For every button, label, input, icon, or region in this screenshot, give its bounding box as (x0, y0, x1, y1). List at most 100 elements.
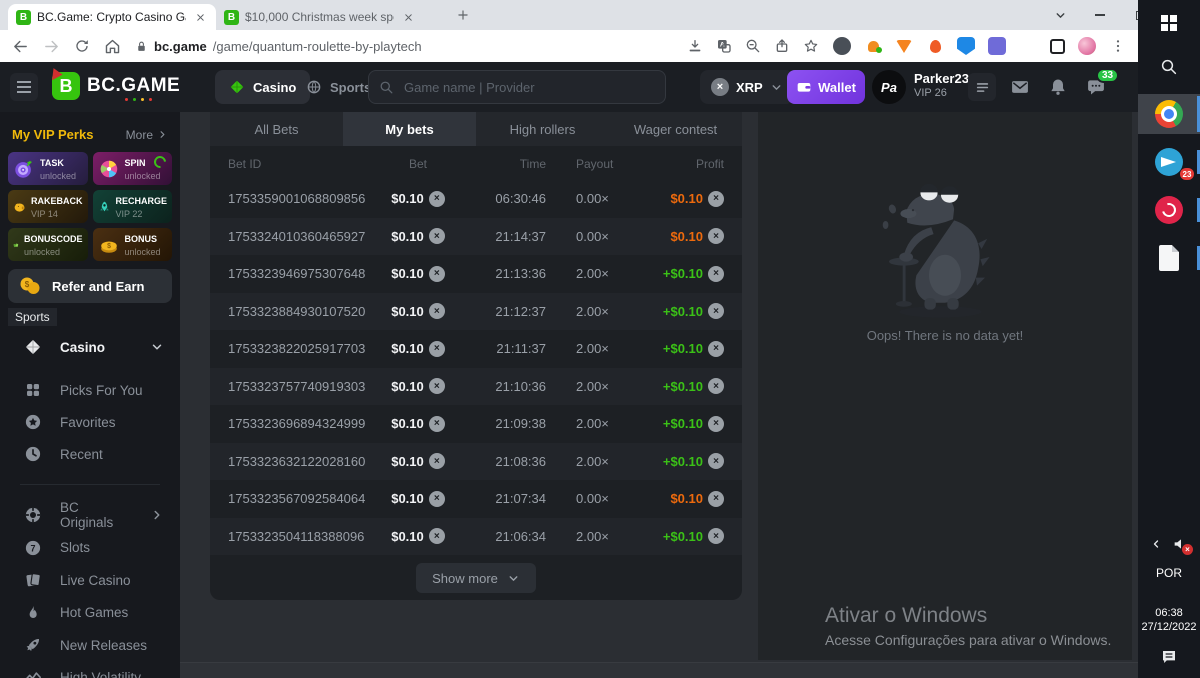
refer-and-earn[interactable]: Refer and Earn (8, 269, 172, 303)
bet-list-button[interactable] (968, 73, 996, 101)
sidebar-item-casino[interactable]: Casino (0, 330, 180, 364)
taskbar-red-app-icon[interactable] (1138, 190, 1200, 230)
taskbar-telegram-icon[interactable]: 23 (1138, 142, 1200, 182)
notification-bell-icon[interactable] (1048, 77, 1068, 97)
taskbar-document-icon[interactable] (1138, 238, 1200, 278)
language-indicator[interactable]: POR (1156, 566, 1182, 580)
bet-id: 1753324010360465927 (228, 229, 376, 244)
bet-time: 06:30:46 (460, 191, 546, 206)
sidebar-item[interactable]: Live Casino (0, 564, 180, 597)
bet-profit: $0.10 (658, 228, 724, 244)
xrp-coin-icon (708, 266, 724, 282)
chat-icon[interactable]: 33 (1086, 77, 1106, 97)
profile-check-extension-icon[interactable] (864, 37, 882, 55)
share-icon[interactable] (774, 38, 790, 54)
taskbar-search-button[interactable] (1138, 54, 1200, 80)
bookmark-star-icon[interactable] (803, 38, 819, 54)
translate-icon[interactable] (716, 38, 732, 54)
bet-row: 1753359001068809856 $0.10 06:30:46 0.00×… (210, 180, 742, 218)
sidebar-item[interactable]: New Releases (0, 629, 180, 662)
profile-avatar-icon[interactable] (1078, 37, 1096, 55)
reload-icon[interactable] (74, 38, 90, 54)
vip-more-link[interactable]: More (126, 128, 168, 142)
browser-tab[interactable]: B $10,000 Christmas week special (216, 4, 424, 30)
address-bar[interactable]: bc.game /game/quantum-roulette-by-playte… (135, 39, 673, 54)
bet-payout: 0.00× (546, 491, 658, 506)
start-button[interactable] (1138, 10, 1200, 36)
bets-tab[interactable]: High rollers (476, 112, 609, 146)
taskbar-chrome-icon[interactable] (1138, 94, 1200, 134)
vip-perk-icon (98, 234, 120, 256)
bet-row: 1753323822025917703 $0.10 21:11:37 2.00×… (210, 330, 742, 368)
red-app-logo-icon (1155, 196, 1183, 224)
install-icon[interactable] (687, 38, 703, 54)
taskbar-clock[interactable]: 06:38 27/12/2022 (1141, 606, 1196, 634)
bets-tab[interactable]: Wager contest (609, 112, 742, 146)
tab-close-icon[interactable] (400, 9, 416, 25)
tab-search-icon[interactable] (1040, 0, 1080, 30)
sidebar-item[interactable]: Picks For You (0, 374, 180, 406)
user-avatar[interactable]: Pa (872, 70, 906, 104)
sidebar-item[interactable]: Slots (0, 532, 180, 565)
col-payout: Payout (546, 157, 658, 171)
tab-close-icon[interactable] (192, 9, 208, 25)
bets-tab[interactable]: My bets (343, 112, 476, 146)
minimize-button[interactable] (1080, 0, 1120, 30)
home-icon[interactable] (104, 38, 121, 55)
purple-arrow-extension-icon[interactable] (988, 37, 1006, 55)
back-icon[interactable] (12, 38, 29, 55)
bet-profit: $0.10 (658, 191, 724, 207)
volume-muted-icon[interactable]: × (1172, 536, 1188, 552)
sidebar-item[interactable]: BC Originals (0, 499, 180, 532)
bets-tab[interactable]: All Bets (210, 112, 343, 146)
bcgame-site: B BC.GAME Casino Sports XRP (0, 62, 1138, 678)
sidebar-item[interactable]: Favorites (0, 406, 180, 438)
sidebar-item-icon (24, 539, 42, 557)
vip-perk-card[interactable]: RECHARGEVIP 22 (93, 190, 173, 223)
forward-icon[interactable] (43, 38, 60, 55)
puzzle-extensions-icon[interactable] (1019, 37, 1037, 55)
mute-badge: × (1182, 544, 1193, 555)
sidebar-item[interactable]: Hot Games (0, 597, 180, 630)
game-search-input[interactable] (402, 79, 655, 96)
wallet-label: Wallet (818, 80, 856, 95)
vip-perk-card[interactable]: RAKEBACKVIP 14 (8, 190, 88, 223)
xrp-coin-icon (429, 378, 445, 394)
browser-tab[interactable]: B BC.Game: Crypto Casino Games (8, 4, 216, 30)
currency-selector[interactable]: XRP (700, 70, 794, 104)
browser-menu-kebab-icon[interactable] (1110, 38, 1126, 54)
hamburger-menu-button[interactable] (10, 73, 38, 101)
tab-group-icon[interactable] (1050, 39, 1065, 54)
action-center-icon[interactable] (1160, 648, 1178, 666)
bet-profit: $0.10 (658, 491, 724, 507)
bets-tab-label: My bets (385, 122, 433, 137)
sidebar-item-label: Favorites (60, 415, 164, 430)
zoom-out-icon[interactable] (745, 38, 761, 54)
metamask-fox-extension-icon[interactable] (895, 37, 913, 55)
sidebar-item-label: Slots (60, 540, 164, 555)
hidden-icons-chevron[interactable] (1150, 538, 1162, 550)
chat-badge: 33 (1096, 68, 1119, 83)
browser-tab-strip: B BC.Game: Crypto Casino Games B $10,000… (0, 0, 1138, 30)
sidebar-item[interactable]: High Volatility (0, 662, 180, 678)
new-tab-button[interactable] (450, 2, 476, 28)
sidebar-item[interactable]: Recent (0, 438, 180, 470)
xrp-coin-icon (429, 491, 445, 507)
vip-perk-card[interactable]: SPINunlocked (93, 152, 173, 185)
sidebar-item-icon (24, 669, 42, 678)
site-logo[interactable]: B BC.GAME (52, 72, 180, 100)
sidebar-menu-secondary: BC Originals Slots Live Casino (0, 499, 180, 678)
col-bet: Bet (376, 157, 460, 171)
vip-perk-card[interactable]: BONUSCODEunlocked (8, 228, 88, 261)
shield-extension-icon[interactable] (957, 37, 975, 55)
wallet-button[interactable]: Wallet (787, 70, 865, 104)
show-more-button[interactable]: Show more (416, 563, 536, 593)
vip-perk-card[interactable]: BONUSunlocked (93, 228, 173, 261)
flame-extension-icon[interactable] (926, 37, 944, 55)
sidebar-item-icon (24, 571, 42, 589)
vip-perk-card[interactable]: TASKunlocked (8, 152, 88, 185)
mail-icon[interactable] (1010, 77, 1030, 97)
xrp-coin-icon (708, 453, 724, 469)
user-info[interactable]: Parker23 VIP 26 (914, 71, 969, 101)
gorilla-extension-icon[interactable] (833, 37, 851, 55)
